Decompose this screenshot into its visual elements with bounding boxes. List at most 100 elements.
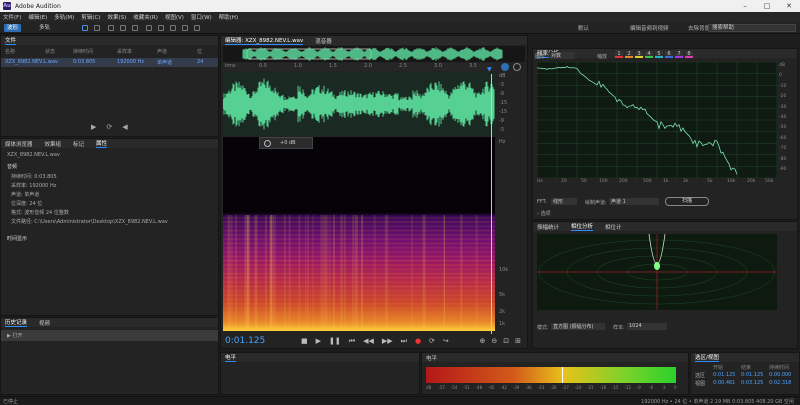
- selection-view-title[interactable]: 选区/视图: [695, 353, 719, 362]
- menu-view[interactable]: 视图(V): [165, 13, 184, 21]
- channel-1[interactable]: 1: [615, 51, 623, 58]
- tab-phase-analysis[interactable]: 相位分析: [571, 222, 594, 231]
- time-display-section[interactable]: 时间显示: [1, 229, 218, 248]
- zoom-out-icon[interactable]: ⊖: [491, 337, 497, 345]
- channel-5[interactable]: 5: [655, 51, 663, 58]
- tab-properties[interactable]: 属性: [96, 139, 108, 148]
- level-tick: -48: [475, 385, 483, 390]
- tab-editor[interactable]: 编辑器: XZX_8982.NEV.L.wav: [225, 36, 304, 45]
- fft-label: FFT:: [537, 199, 547, 205]
- menu-clip[interactable]: 剪辑(C): [81, 13, 100, 21]
- tab-markers[interactable]: 标记: [73, 140, 84, 148]
- zoom-in-icon[interactable]: ⊕: [480, 337, 486, 345]
- time-ruler[interactable]: hms 0.5 1.0 1.5 2.0 2.5 3.0 3.5: [223, 63, 495, 71]
- tab-phase-meter[interactable]: 相位计: [605, 223, 622, 231]
- menu-file[interactable]: 文件(F): [3, 13, 21, 21]
- channel-7[interactable]: 7: [675, 51, 683, 58]
- move-tool-icon[interactable]: [108, 25, 114, 31]
- pitch-display-icon[interactable]: [94, 25, 100, 31]
- loop-icon[interactable]: ⟳: [106, 123, 112, 131]
- minimize-icon[interactable]: –: [734, 0, 756, 12]
- spectral-display-icon[interactable]: [82, 25, 88, 31]
- playhead[interactable]: [491, 74, 492, 334]
- tab-video[interactable]: 视频: [39, 319, 50, 327]
- fft-dropdown[interactable]: 线形: [551, 198, 577, 205]
- fast-forward-icon[interactable]: ▶▶: [382, 337, 393, 346]
- workspace-default[interactable]: 默认: [578, 24, 589, 32]
- menu-bar: 文件(F) 编辑(E) 多轨(M) 剪辑(C) 效果(S) 收藏夹(R) 视图(…: [0, 12, 800, 22]
- stop-icon[interactable]: ■: [301, 337, 308, 346]
- search-input[interactable]: 搜索帮助: [708, 24, 796, 32]
- channel-6[interactable]: 6: [665, 51, 673, 58]
- volume-icon[interactable]: ◀: [122, 123, 127, 131]
- mode-dropdown[interactable]: 直方图 (振幅分布): [551, 323, 605, 330]
- draw-channel-dropdown[interactable]: 声道 1: [609, 198, 659, 205]
- sample-size-dropdown[interactable]: 1024: [627, 323, 667, 330]
- transport-bar: 0:01.125 ■ ▶ ❚❚ ⏮ ◀◀ ▶▶ ⏭ ● ⟳ ↪ ⊕ ⊖ ⊡ ⊞: [223, 334, 525, 348]
- zoom-selection-icon[interactable]: ⊞: [515, 337, 521, 345]
- selection-row[interactable]: 选区 0:01.125 0:01.125 0:00.000: [695, 372, 799, 379]
- spot-heal-icon[interactable]: [194, 25, 200, 31]
- brush-icon[interactable]: [182, 25, 188, 31]
- play-file-icon[interactable]: ▶: [91, 123, 96, 131]
- time-display[interactable]: 0:01.125: [225, 336, 265, 346]
- loop-playback-icon[interactable]: ⟳: [429, 337, 435, 346]
- menu-window[interactable]: 窗口(W): [191, 13, 212, 21]
- zoom-icon[interactable]: [501, 63, 509, 71]
- go-start-icon[interactable]: ⏮: [349, 337, 355, 346]
- skip-icon[interactable]: ↪: [443, 337, 449, 346]
- history-item[interactable]: ▶ 打开: [1, 330, 218, 341]
- levels-panel-left: 电平: [220, 352, 420, 395]
- file-row[interactable]: XZX_8982.NEV.L.wav 0:03.805 192000 Hz 单声…: [1, 58, 218, 67]
- menu-edit[interactable]: 编辑(E): [28, 13, 47, 21]
- levels-meter-title[interactable]: 电平: [426, 354, 437, 362]
- time-selection-icon[interactable]: [146, 25, 152, 31]
- play-icon[interactable]: ▶: [316, 337, 321, 346]
- view-row[interactable]: 视图 0:00.461 0:03.125 0:02.318: [695, 380, 799, 387]
- phase-graph[interactable]: [537, 234, 777, 310]
- hud-volume[interactable]: +0 dB: [259, 137, 313, 149]
- close-icon[interactable]: ✕: [778, 0, 800, 12]
- razor-tool-icon[interactable]: [120, 25, 126, 31]
- settings-icon[interactable]: [513, 63, 521, 71]
- audio-section-header[interactable]: 音频: [1, 162, 218, 171]
- spectrum-graph[interactable]: [537, 62, 777, 178]
- tab-amplitude-stats[interactable]: 振幅统计: [537, 223, 559, 231]
- tab-mixer[interactable]: 混音器: [315, 37, 332, 45]
- zoom-full-icon[interactable]: ⊡: [503, 337, 509, 345]
- slip-tool-icon[interactable]: [132, 25, 138, 31]
- waveform-view-button[interactable]: 波形: [4, 24, 22, 32]
- menu-effects[interactable]: 效果(S): [107, 13, 126, 21]
- pause-icon[interactable]: ❚❚: [329, 337, 341, 346]
- waveform-view[interactable]: [223, 72, 495, 136]
- menu-help[interactable]: 帮助(H): [219, 13, 238, 21]
- tab-history[interactable]: 历史记录: [5, 318, 28, 327]
- options-toggle[interactable]: › 选项: [537, 210, 551, 217]
- channel-8[interactable]: 8: [685, 51, 693, 58]
- marquee-icon[interactable]: [158, 25, 164, 31]
- menu-multitrack[interactable]: 多轨(M): [54, 13, 74, 21]
- maximize-icon[interactable]: □: [756, 0, 778, 12]
- multitrack-view-button[interactable]: 多轨: [36, 24, 53, 32]
- files-panel-title[interactable]: 文件: [5, 36, 17, 45]
- tab-media-browser[interactable]: 媒体浏览器: [5, 140, 33, 148]
- channel-4[interactable]: 4: [645, 51, 653, 58]
- scan-button[interactable]: 扫描: [665, 197, 709, 206]
- volume-knob-icon[interactable]: [264, 140, 271, 147]
- record-icon[interactable]: ●: [415, 337, 421, 346]
- level-tick: -45: [488, 385, 495, 390]
- go-end-icon[interactable]: ⏭: [401, 337, 407, 346]
- workspace-edit-video[interactable]: 编辑音频到视频: [630, 24, 669, 32]
- levels-title[interactable]: 电平: [225, 353, 237, 362]
- rewind-icon[interactable]: ◀◀: [363, 337, 374, 346]
- tab-effects-rack[interactable]: 效果组: [45, 140, 62, 148]
- channel-3[interactable]: 3: [635, 51, 643, 58]
- spectrogram[interactable]: +0 dB: [223, 137, 495, 331]
- menu-favorites[interactable]: 收藏夹(R): [133, 13, 158, 21]
- playhead-marker-icon[interactable]: ▼: [487, 66, 492, 73]
- channel-2[interactable]: 2: [625, 51, 633, 58]
- overview-bar[interactable]: [223, 46, 525, 62]
- level-tick: -3: [661, 385, 666, 390]
- lasso-icon[interactable]: [170, 25, 176, 31]
- placement-dropdown[interactable]: 对数: [549, 52, 575, 59]
